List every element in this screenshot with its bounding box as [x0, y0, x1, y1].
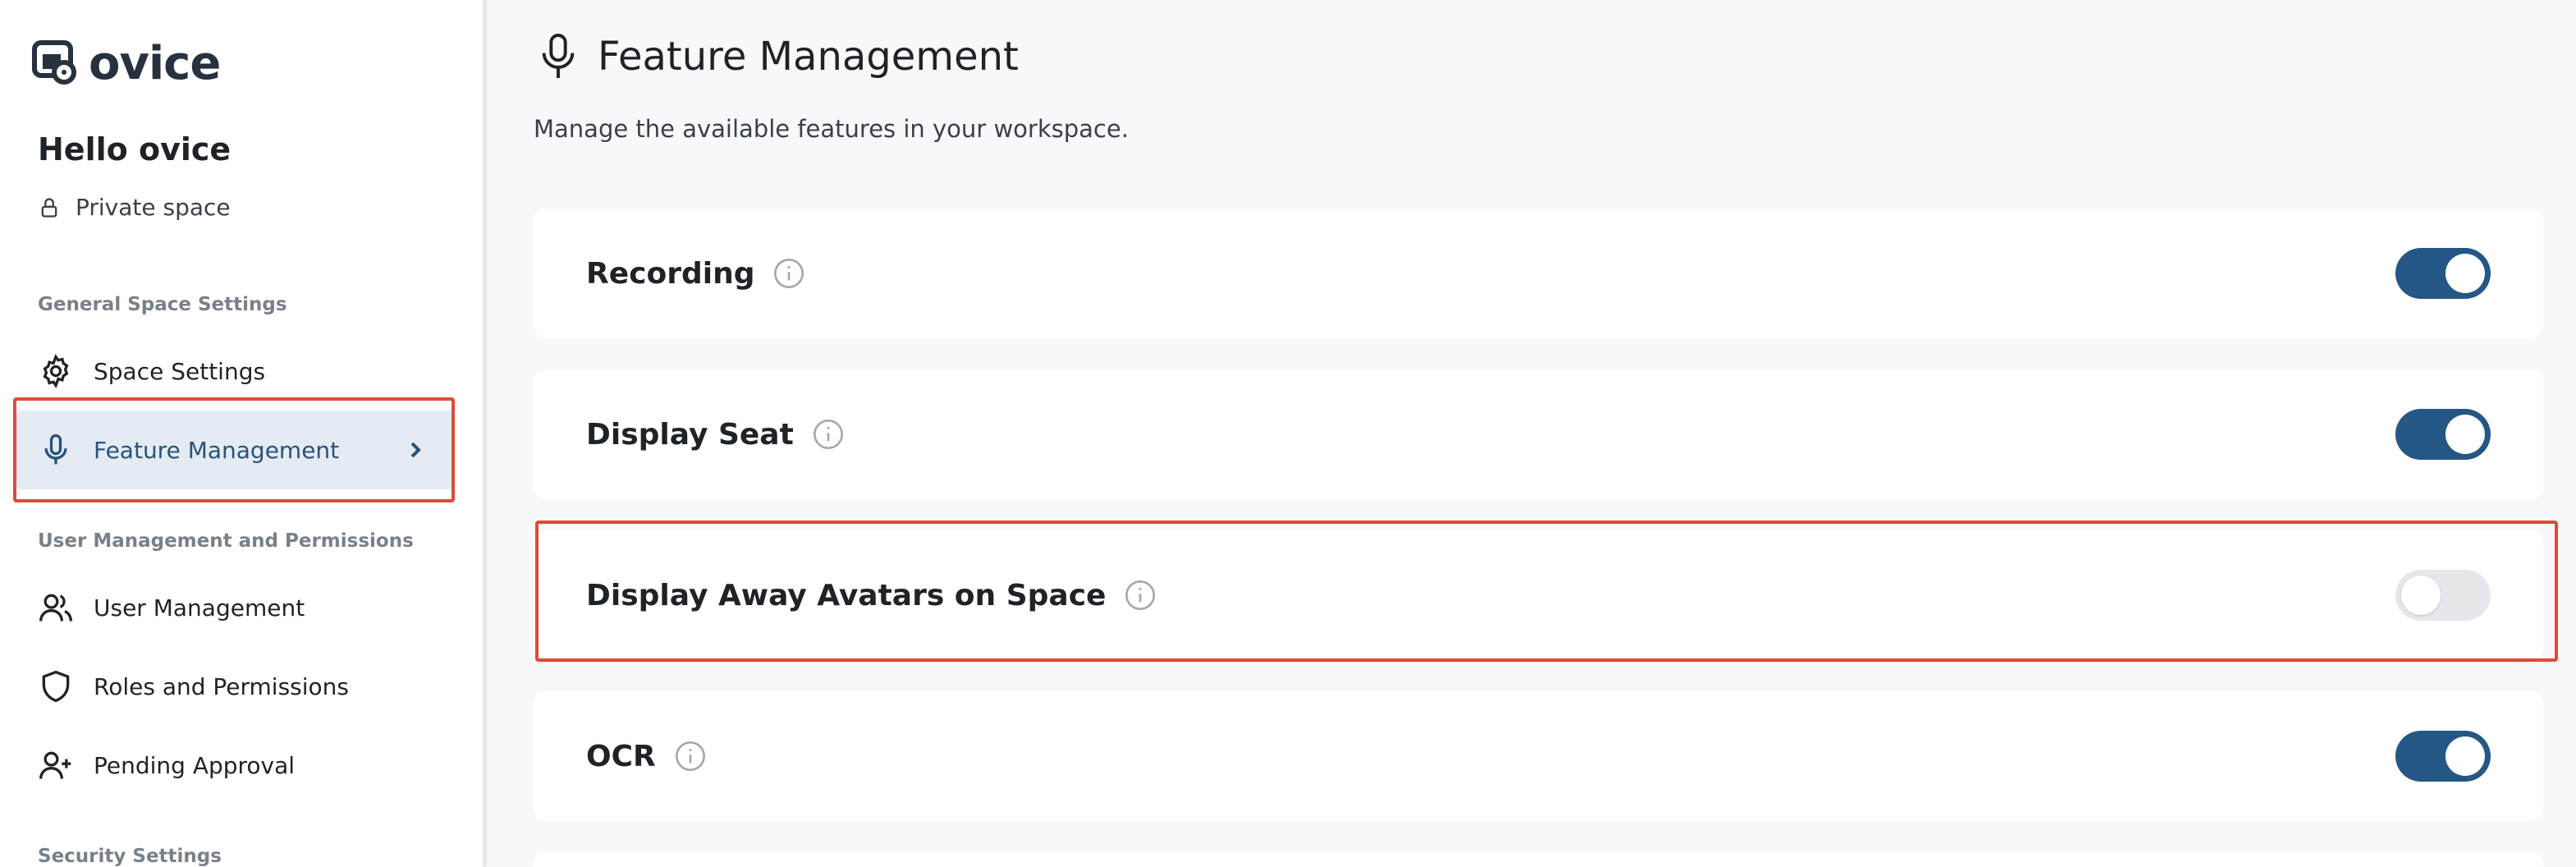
toggle-knob [2445, 736, 2485, 776]
gear-icon [43, 354, 69, 388]
page-subtitle: Manage the available features in your wo… [534, 115, 1129, 143]
sidebar-item-label: Space Settings [94, 357, 266, 385]
user-plus-icon [39, 751, 71, 779]
toggle-display-away-avatars[interactable] [2395, 570, 2491, 621]
page-title-text: Feature Management [598, 34, 1019, 80]
sidebar-item-label: User Management [94, 594, 305, 622]
info-icon[interactable] [1124, 579, 1157, 612]
toggle-knob [2445, 415, 2485, 454]
sidebar-item-label: Pending Approval [94, 751, 296, 779]
info-icon[interactable] [812, 418, 845, 451]
feature-card-recording: Recording [534, 209, 2543, 338]
main-content: Feature Management Manage the available … [489, 0, 2576, 867]
info-icon[interactable] [674, 740, 707, 773]
sidebar-item-label: Feature Management [94, 436, 340, 464]
info-icon[interactable] [772, 257, 805, 290]
users-icon [39, 594, 72, 622]
sidebar-item-user-management[interactable]: User Management [16, 568, 455, 647]
section-general-space-settings: General Space Settings [38, 294, 287, 315]
toggle-knob [2401, 576, 2441, 615]
sidebar-item-label: Roles and Permissions [94, 672, 350, 700]
brand-name: ovice [89, 37, 221, 90]
space-type: Private space [38, 194, 231, 221]
feature-label: Display Away Avatars on Space [586, 578, 1107, 612]
feature-label: Display Seat [586, 417, 794, 452]
page-title: Feature Management [537, 31, 1019, 82]
space-type-label: Private space [76, 194, 231, 221]
microphone-icon [542, 34, 575, 78]
microphone-icon [44, 434, 67, 465]
sidebar-item-pending-approval[interactable]: Pending Approval [16, 726, 455, 805]
lock-icon [41, 197, 57, 218]
feature-label: OCR [586, 739, 656, 773]
toggle-recording[interactable] [2395, 248, 2491, 299]
chevron-right-icon [410, 442, 421, 458]
ovice-logo-icon [32, 40, 76, 85]
section-user-management-and-permissions: User Management and Permissions [38, 530, 414, 552]
feature-card-ocr: OCR [534, 691, 2543, 821]
feature-label: Recording [586, 256, 755, 291]
section-security-settings: Security Settings [38, 846, 222, 867]
toggle-display-seat[interactable] [2395, 409, 2491, 460]
space-greeting: Hello ovice [38, 131, 231, 167]
toggle-ocr[interactable] [2395, 731, 2491, 782]
sidebar-item-feature-management[interactable]: Feature Management [16, 411, 455, 489]
feature-card-display-seat: Display Seat [534, 369, 2543, 499]
feature-card-display-away-avatars: Display Away Avatars on Space [534, 530, 2543, 660]
sidebar-item-space-settings[interactable]: Space Settings [16, 332, 455, 411]
toggle-knob [2445, 254, 2485, 293]
feature-card-partial [534, 852, 2543, 867]
sidebar-item-roles-and-permissions[interactable]: Roles and Permissions [16, 647, 455, 726]
sidebar: ovice Hello ovice Private space General … [0, 0, 486, 867]
shield-icon [42, 670, 70, 703]
ovice-logo[interactable]: ovice [31, 37, 221, 90]
